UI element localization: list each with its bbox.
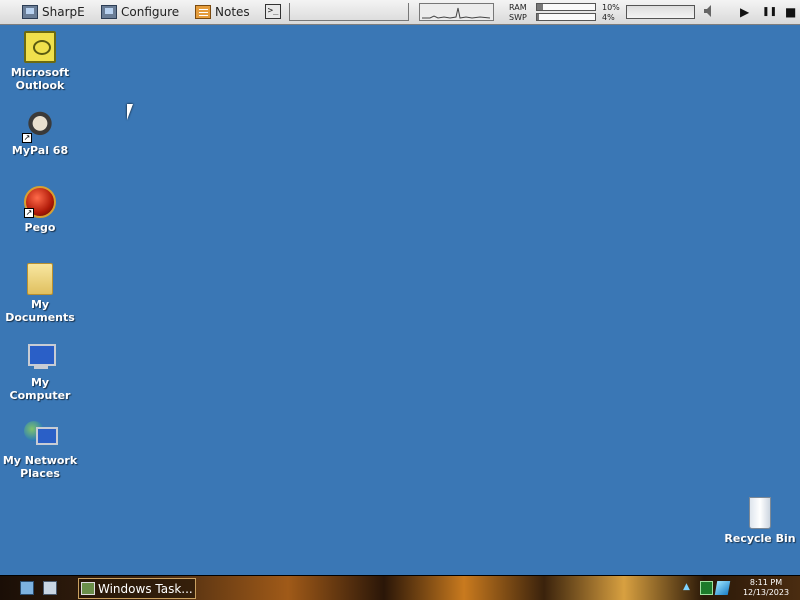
outlook-icon (24, 31, 56, 63)
configure-label: Configure (121, 5, 180, 19)
volume-slider[interactable] (626, 5, 695, 19)
shortcut-arrow-icon: ↗ (22, 133, 32, 143)
monitor-icon (22, 5, 38, 19)
desktop-icon-pego[interactable]: ↗ Pego (0, 186, 80, 234)
clock-date: 12/13/2023 (742, 588, 790, 597)
speaker-icon[interactable] (703, 4, 713, 22)
shortcut-arrow-icon: ↗ (24, 208, 34, 218)
mypal-icon: ↗ (22, 109, 56, 143)
explorer-icon[interactable] (43, 581, 57, 595)
computer-icon (24, 341, 56, 373)
desktop-icon-label: Recycle Bin (724, 532, 796, 545)
folder-icon (27, 263, 53, 295)
swp-percent: 4% (602, 13, 615, 22)
notes-button[interactable]: Notes (195, 3, 250, 21)
sharpe-menu-label: SharpE (42, 5, 85, 19)
swp-meter (536, 13, 596, 21)
desktop-icon-my-documents[interactable]: My Documents (0, 263, 80, 324)
clock-time: 8:11 PM (749, 578, 783, 587)
desktop-icon-my-network-places[interactable]: My Network Places (0, 419, 80, 480)
pause-button[interactable]: ❚❚ (762, 4, 777, 20)
desktop-icon-label: Microsoft Outlook (10, 66, 70, 92)
play-button[interactable]: ▶ (740, 4, 749, 20)
ram-meter (536, 3, 596, 11)
tray-app-icon[interactable] (700, 581, 713, 595)
desktop-icon-my-computer[interactable]: My Computer (0, 341, 80, 402)
clock[interactable]: 8:11 PM 12/13/2023 (740, 578, 792, 598)
notes-label: Notes (215, 5, 250, 19)
desktop-icon-outlook[interactable]: Microsoft Outlook (0, 31, 80, 92)
show-desktop-icon[interactable] (20, 581, 34, 595)
ram-label: RAM (509, 3, 527, 12)
taskbar-button-windows-task-manager[interactable]: Windows Task... (78, 578, 196, 599)
desktop-icon-label: MyPal 68 (11, 144, 69, 157)
sharpe-menu-button[interactable]: SharpE (22, 3, 85, 21)
terminal-icon[interactable]: >_ (265, 4, 281, 19)
taskbar: Windows Task... ▲ 8:11 PM 12/13/2023 (0, 575, 800, 600)
recycle-bin-icon (749, 497, 771, 529)
desktop-icon-recycle-bin[interactable]: Recycle Bin (720, 497, 800, 545)
swp-meter-fill (537, 14, 540, 20)
stop-button[interactable]: ■ (785, 4, 796, 20)
swp-label: SWP (509, 13, 527, 22)
desktop-icon-label: Pego (24, 221, 56, 234)
notes-icon (195, 5, 211, 19)
monitor-icon (101, 5, 117, 19)
pego-icon: ↗ (24, 186, 56, 218)
sharpe-top-bar: SharpE Configure Notes >_ RAM 10% SWP 4%… (0, 0, 800, 25)
ram-meter-fill (537, 4, 543, 10)
mouse-cursor-icon (127, 104, 139, 120)
tray-network-icon[interactable] (714, 581, 731, 595)
network-icon (24, 419, 58, 451)
cpu-bar-graph (289, 3, 409, 21)
desktop-icon-label: My Computer (9, 376, 71, 402)
tray-expand-icon[interactable]: ▲ (683, 582, 690, 592)
desktop-icon-mypal[interactable]: ↗ MyPal 68 (0, 109, 80, 157)
task-manager-icon (81, 582, 95, 595)
taskbar-button-label: Windows Task... (98, 581, 193, 596)
desktop-icon-label: My Documents (5, 298, 75, 324)
ram-percent: 10% (602, 3, 620, 12)
configure-button[interactable]: Configure (101, 3, 179, 21)
cpu-line-graph (419, 3, 494, 21)
desktop-icon-label: My Network Places (2, 454, 78, 480)
